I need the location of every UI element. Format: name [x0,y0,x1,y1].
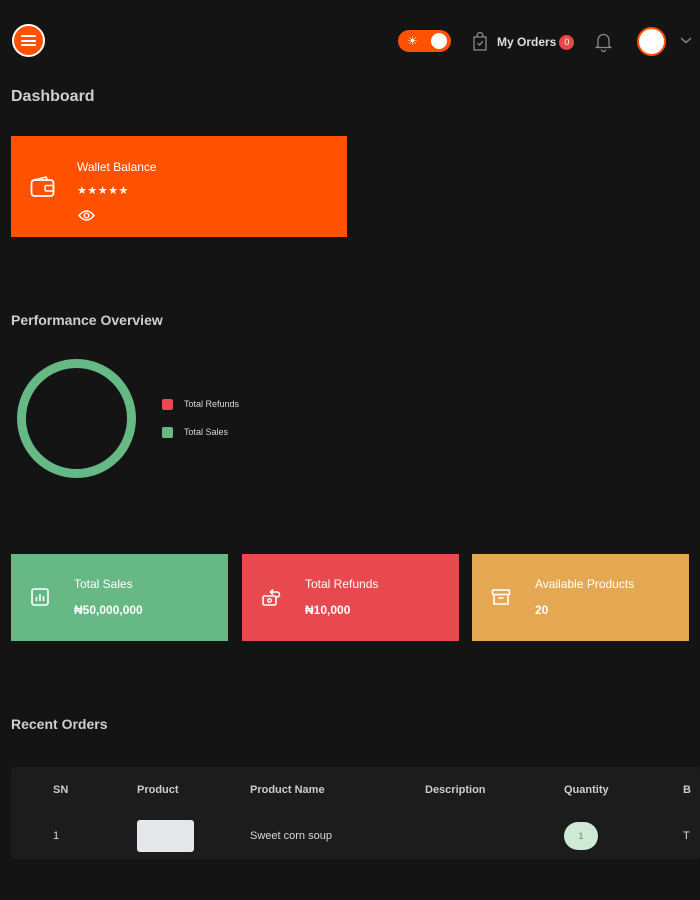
legend-swatch [162,426,173,438]
cell-product-name: Sweet corn soup [250,830,332,842]
product-thumbnail [137,820,194,852]
column-header-truncated: B [683,784,691,796]
legend-item-total-refunds: Total Refunds [162,397,239,411]
quantity-badge: 1 [564,822,598,850]
bell-icon[interactable] [594,32,613,52]
column-header-description: Description [425,784,486,796]
orders-count-badge: 0 [559,34,575,50]
legend-label: Total Refunds [184,399,240,409]
legend-item-total-sales: Total Sales [162,425,239,439]
legend-label: Total Sales [184,427,229,437]
archive-box-icon [491,589,511,605]
total-refunds-value: ₦10,000 [305,603,351,617]
chevron-down-icon[interactable] [679,35,693,45]
available-products-card: Available Products 20 [472,554,689,641]
column-header-product: Product [137,784,179,796]
toggle-knob [431,33,447,49]
total-refunds-label: Total Refunds [305,577,379,591]
bar-chart-icon [31,588,49,606]
total-sales-value: ₦50,000,000 [74,603,143,617]
wallet-icon [30,176,55,197]
legend-swatch [162,398,173,410]
cell-truncated: T [683,830,690,842]
shopping-bag-icon [473,32,487,51]
available-products-value: 20 [535,603,549,617]
total-sales-card: Total Sales ₦50,000,000 [11,554,228,641]
column-header-sn: SN [53,784,69,796]
wallet-balance-label: Wallet Balance [77,160,157,174]
performance-donut-chart [17,359,136,478]
sun-icon: ☀ [407,34,418,48]
eye-icon[interactable] [78,209,95,222]
available-products-label: Available Products [535,577,635,591]
recent-orders-table: SN Product Product Name Description Quan… [11,767,700,859]
total-refunds-card: Total Refunds ₦10,000 [242,554,459,641]
my-orders-link[interactable]: My Orders 0 [472,31,575,53]
donut-ring-total-sales [17,359,136,478]
cell-sn: 1 [53,830,60,842]
recent-orders-title: Recent Orders [11,716,108,732]
performance-overview-title: Performance Overview [11,312,163,328]
chart-legend: Total Refunds Total Sales [162,397,239,453]
avatar[interactable] [637,27,666,56]
theme-toggle[interactable]: ☀ [398,30,451,52]
refund-icon [262,588,281,606]
menu-button[interactable] [12,24,45,57]
wallet-balance-value: ★★★★★ [77,185,129,197]
page-title: Dashboard [11,88,95,105]
total-sales-label: Total Sales [74,577,133,591]
menu-icon [21,35,36,46]
my-orders-label: My Orders [497,35,557,49]
column-header-product-name: Product Name [250,784,325,796]
column-header-quantity: Quantity [564,784,609,796]
wallet-balance-card: Wallet Balance ★★★★★ [11,136,347,237]
